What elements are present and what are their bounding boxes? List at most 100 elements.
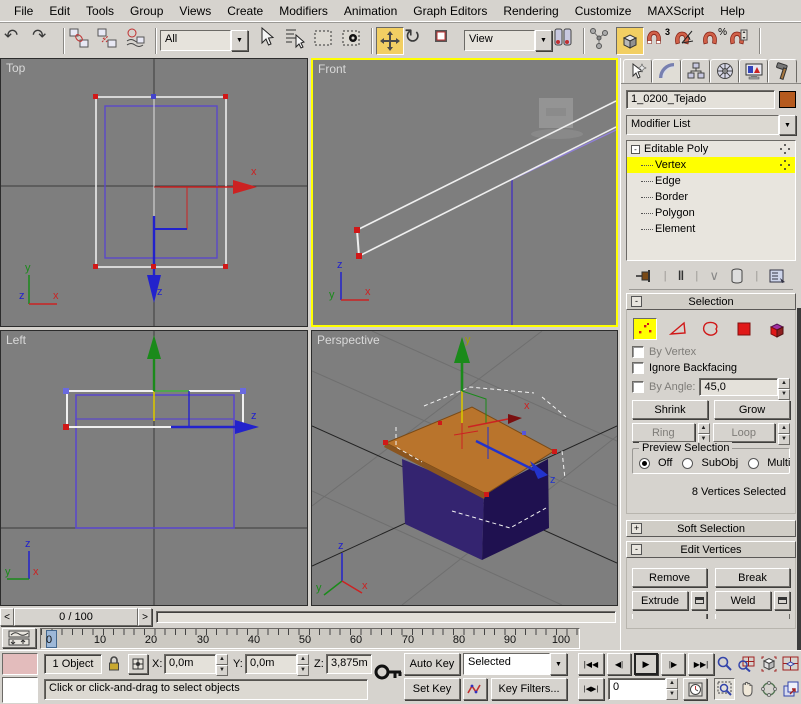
- go-to-end-button[interactable]: ▶▶|: [688, 653, 714, 675]
- clipped-button[interactable]: [632, 614, 707, 619]
- spinner-up-icon[interactable]: ▲: [216, 654, 228, 665]
- stack-row-edge[interactable]: Edge: [627, 173, 795, 189]
- spinner-down-icon[interactable]: ▼: [297, 665, 309, 676]
- maximize-viewport-toggle[interactable]: [780, 678, 801, 700]
- redo-icon[interactable]: ↷: [32, 27, 60, 55]
- select-and-rotate-icon[interactable]: ↻: [404, 27, 432, 55]
- menu-modifiers[interactable]: Modifiers: [271, 2, 336, 20]
- stack-row-border[interactable]: Border: [627, 189, 795, 205]
- select-and-scale-icon[interactable]: [432, 27, 460, 55]
- edit-vertices-rollout-header[interactable]: - Edit Vertices: [626, 541, 796, 558]
- weld-settings-button[interactable]: [774, 591, 790, 610]
- collapse-icon[interactable]: -: [631, 296, 642, 307]
- snaps-toggle-icon[interactable]: [616, 26, 644, 55]
- arc-rotate-button[interactable]: [758, 678, 779, 700]
- collapse-box-icon[interactable]: -: [631, 144, 640, 154]
- object-color-swatch[interactable]: [779, 91, 796, 108]
- spinner-up-icon[interactable]: ▲: [697, 423, 710, 434]
- x-coordinate-field[interactable]: 0,0m: [164, 654, 216, 674]
- select-object-icon[interactable]: [256, 26, 284, 55]
- time-slider-left-arrow[interactable]: <: [0, 608, 14, 626]
- auto-key-button[interactable]: Auto Key: [404, 653, 460, 675]
- spinner-down-icon[interactable]: ▼: [778, 434, 790, 445]
- time-slider-right-arrow[interactable]: >: [138, 608, 152, 626]
- menu-create[interactable]: Create: [219, 2, 271, 20]
- play-button[interactable]: ▶: [634, 653, 658, 675]
- use-pivot-point-center-icon[interactable]: [552, 27, 580, 55]
- menu-maxscript[interactable]: MAXScript: [639, 2, 712, 20]
- panel-scrollbar[interactable]: [797, 308, 801, 650]
- tab-motion[interactable]: [710, 59, 739, 83]
- x-spinner[interactable]: ▲ ▼: [216, 654, 228, 676]
- by-angle-checkbox[interactable]: [632, 381, 644, 393]
- current-frame-field[interactable]: 0: [608, 678, 666, 700]
- preview-subobj-radio[interactable]: [682, 457, 694, 469]
- open-mini-curve-editor-button[interactable]: [2, 628, 36, 648]
- ignore-backfacing-checkbox[interactable]: [632, 362, 644, 374]
- selection-rollout-header[interactable]: - Selection: [626, 293, 796, 310]
- spinner-up-icon[interactable]: ▲: [297, 654, 309, 665]
- stack-row-vertex-selected[interactable]: Vertex: [627, 157, 795, 173]
- viewport-front-label[interactable]: Front: [318, 62, 346, 76]
- remove-button[interactable]: Remove: [632, 568, 707, 587]
- configure-modifier-sets-icon[interactable]: [769, 268, 787, 284]
- break-button[interactable]: Break: [715, 568, 790, 587]
- stack-row-editable-poly[interactable]: - Editable Poly: [627, 141, 795, 157]
- ring-spinner[interactable]: ▲ ▼: [697, 423, 710, 445]
- menu-views[interactable]: Views: [171, 2, 219, 20]
- shrink-button[interactable]: Shrink: [632, 400, 708, 419]
- show-end-result-icon[interactable]: ‖: [678, 268, 684, 283]
- default-in-out-tangents-button[interactable]: [463, 678, 487, 700]
- go-to-start-button[interactable]: |◀◀: [578, 653, 604, 675]
- tab-utilities[interactable]: [768, 59, 797, 83]
- reference-coordinate-dropdown[interactable]: View ▼: [464, 30, 552, 51]
- loop-spinner[interactable]: ▲ ▼: [778, 423, 790, 445]
- extrude-button[interactable]: Extrude: [632, 591, 688, 610]
- selection-filter-dropdown[interactable]: All ▼: [160, 30, 248, 51]
- preview-multi-radio[interactable]: [748, 457, 760, 469]
- percent-snap-toggle-icon[interactable]: %: [700, 27, 728, 55]
- tab-create[interactable]: [623, 59, 652, 83]
- menu-help[interactable]: Help: [712, 2, 753, 20]
- select-and-move-icon[interactable]: [376, 26, 404, 55]
- dropdown-arrow-icon[interactable]: ▼: [550, 653, 567, 675]
- dropdown-arrow-icon[interactable]: ▼: [779, 115, 796, 135]
- angle-snap-toggle-icon[interactable]: [672, 27, 700, 55]
- time-configuration-button[interactable]: [683, 678, 707, 700]
- menu-edit[interactable]: Edit: [41, 2, 78, 20]
- viewport-perspective-label[interactable]: Perspective: [317, 333, 380, 347]
- y-spinner[interactable]: ▲ ▼: [297, 654, 309, 676]
- viewport-left[interactable]: Left z z y x: [0, 330, 308, 606]
- select-by-name-icon[interactable]: [284, 27, 312, 55]
- weld-button[interactable]: Weld: [715, 591, 771, 610]
- y-coordinate-field[interactable]: 0,0m: [245, 654, 297, 674]
- loop-button[interactable]: Loop: [712, 423, 775, 442]
- modifier-list-dropdown[interactable]: Modifier List ▼: [626, 115, 796, 135]
- menu-file[interactable]: File: [6, 2, 41, 20]
- tab-hierarchy[interactable]: [681, 59, 710, 83]
- expand-icon[interactable]: +: [631, 523, 642, 534]
- tab-display[interactable]: [739, 59, 768, 83]
- dropdown-arrow-icon[interactable]: ▼: [231, 30, 248, 51]
- spinner-snap-toggle-icon[interactable]: [728, 27, 756, 55]
- zoom-button[interactable]: [714, 653, 735, 675]
- menu-graph-editors[interactable]: Graph Editors: [405, 2, 495, 20]
- by-angle-field[interactable]: 45,0: [699, 378, 778, 396]
- vertex-mode-button[interactable]: [633, 318, 657, 340]
- make-unique-icon[interactable]: ∨: [709, 268, 719, 284]
- pan-button[interactable]: [736, 678, 757, 700]
- absolute-mode-toggle[interactable]: [128, 654, 148, 674]
- spinner-up-icon[interactable]: ▲: [778, 423, 790, 434]
- ring-button[interactable]: Ring: [632, 423, 695, 442]
- unlink-selection-icon[interactable]: [96, 27, 124, 55]
- menu-group[interactable]: Group: [122, 2, 171, 20]
- key-filters-button[interactable]: Key Filters...: [491, 678, 567, 700]
- menu-tools[interactable]: Tools: [78, 2, 122, 20]
- key-mode-toggle[interactable]: |◀▶|: [578, 678, 604, 700]
- spinner-down-icon[interactable]: ▼: [666, 689, 678, 700]
- window-crossing-icon[interactable]: [340, 27, 368, 55]
- bind-to-space-warp-icon[interactable]: [124, 27, 152, 55]
- undo-icon[interactable]: ↶: [4, 27, 32, 55]
- viewport-front-active[interactable]: Front z x y: [311, 58, 618, 327]
- set-key-button[interactable]: Set Key: [404, 678, 460, 700]
